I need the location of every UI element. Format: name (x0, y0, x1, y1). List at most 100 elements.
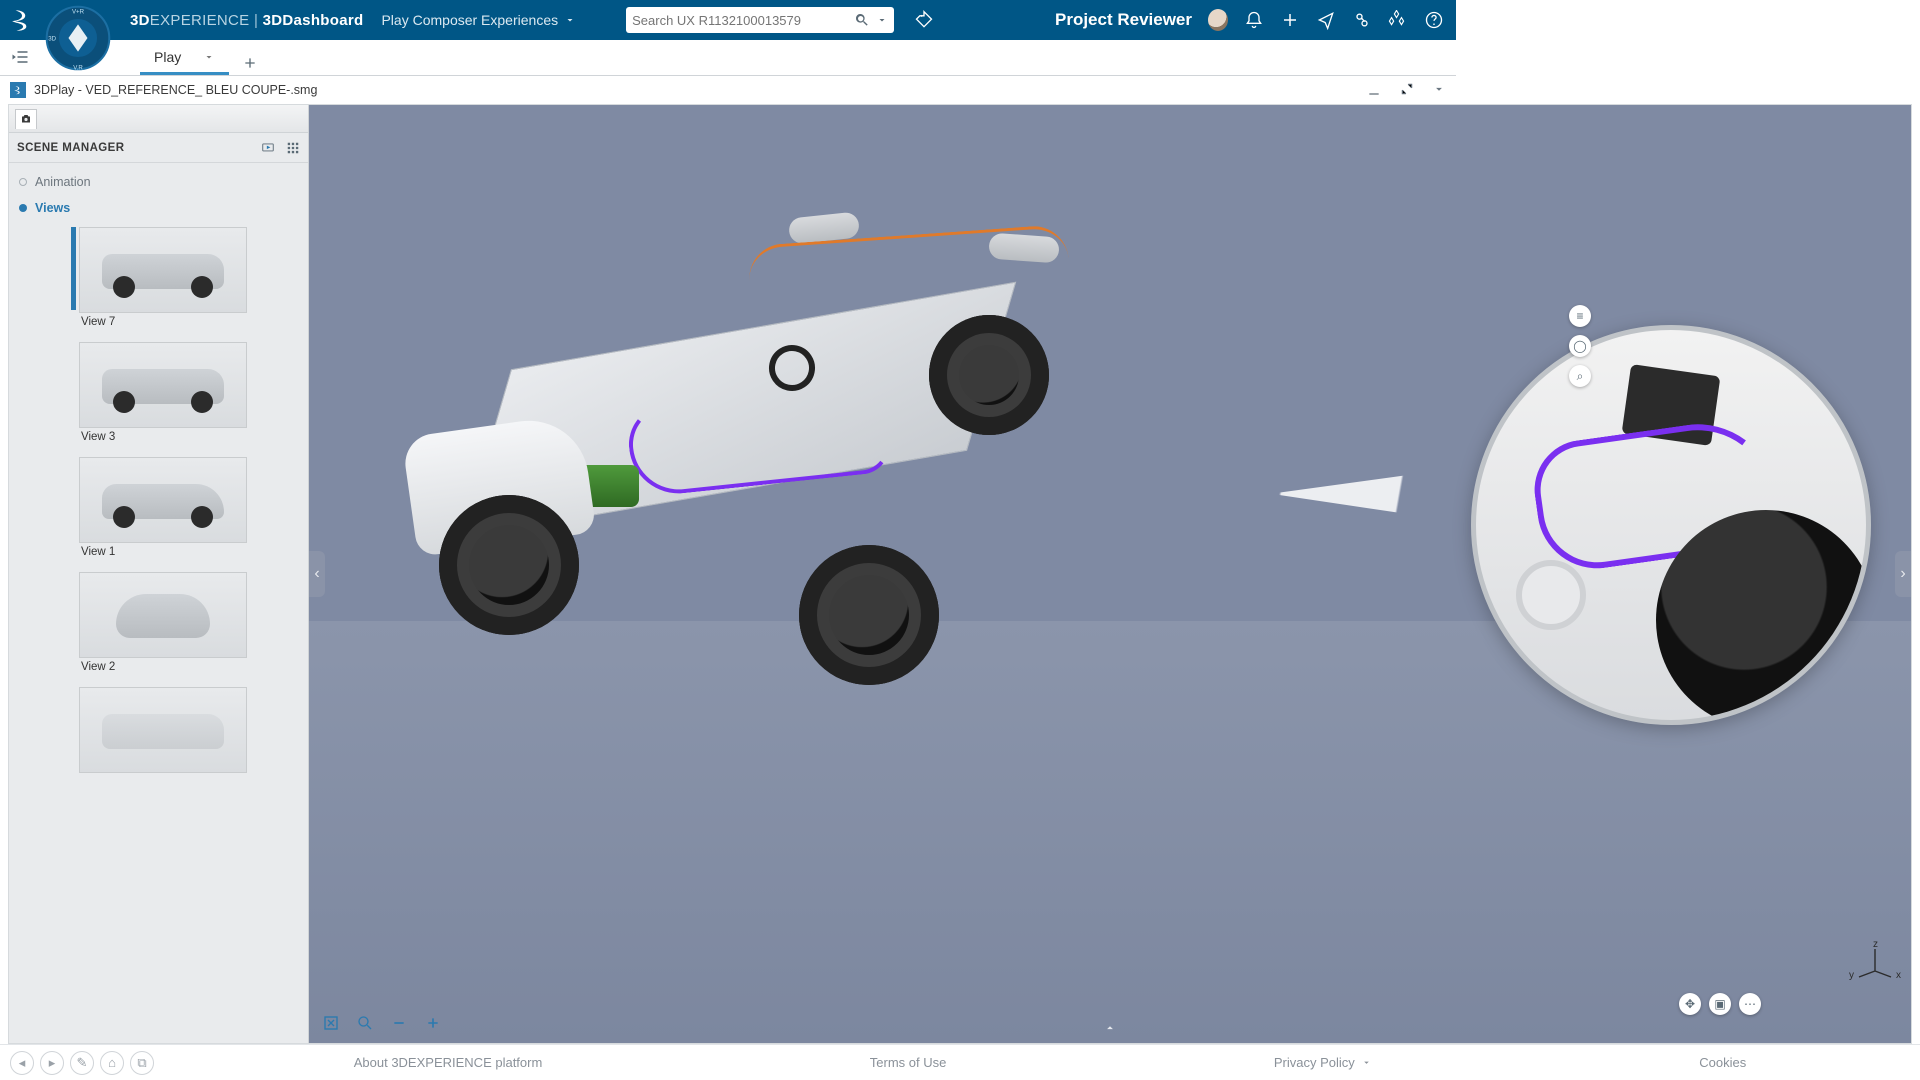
svg-text:3D: 3D (48, 36, 56, 43)
thumbnail-image (79, 687, 247, 773)
scene-panel-title-row: SCENE MANAGER (9, 133, 308, 163)
thumbnail-caption: View 1 (79, 543, 247, 558)
model-chassis (369, 165, 1089, 645)
play-views-icon[interactable] (260, 141, 276, 155)
tag-icon[interactable] (914, 10, 934, 30)
app-name: Dashboard (282, 12, 363, 29)
magnifier-snapshot-icon[interactable]: ▣ (1709, 993, 1731, 1015)
clipboard-button[interactable]: ⧉ (130, 1051, 154, 1075)
scene-panel-title: SCENE MANAGER (17, 142, 124, 154)
nav-forward-button[interactable]: ▸ (40, 1051, 64, 1075)
panel-toggle-icon[interactable] (4, 41, 36, 73)
bottom-panel-handle[interactable] (1099, 1021, 1121, 1035)
role-label[interactable]: Project Reviewer (1055, 10, 1192, 30)
magnifier-move-icon[interactable]: ✥ (1679, 993, 1701, 1015)
widget-app-icon (10, 82, 26, 98)
minimize-icon[interactable] (1366, 82, 1382, 98)
svg-text:V+R: V+R (72, 9, 85, 16)
add-tab-button[interactable] (235, 55, 265, 71)
zoom-area-icon[interactable] (355, 1013, 375, 1033)
scene-manager-panel: SCENE MANAGER Animation Views View 7 (9, 105, 309, 1043)
grid-view-icon[interactable] (286, 141, 300, 155)
compass-icon[interactable]: V+R V.R 3D (44, 4, 112, 72)
footer-cookies-link[interactable]: Cookies (1699, 1055, 1746, 1070)
thumbnail-caption: View 2 (79, 658, 247, 673)
zoom-in-icon[interactable] (423, 1013, 443, 1033)
main-area: SCENE MANAGER Animation Views View 7 (8, 104, 1912, 1044)
search-box[interactable] (626, 7, 894, 33)
help-icon[interactable] (1424, 10, 1444, 30)
add-icon[interactable] (1280, 10, 1300, 30)
zoom-out-icon[interactable] (389, 1013, 409, 1033)
tree-item-label: Views (35, 201, 70, 215)
magnifier-layers-icon[interactable]: ≡ (1569, 305, 1591, 327)
view-thumbnail[interactable]: View 7 (79, 227, 247, 328)
collaborate-icon[interactable] (1352, 10, 1372, 30)
magnifier-controls: ≡ ◯ ⌕ (1569, 305, 1591, 387)
view-thumbnail[interactable] (79, 687, 247, 776)
app-prefix: 3D (263, 12, 283, 29)
view-thumbnail[interactable]: View 2 (79, 572, 247, 673)
footer-about-link[interactable]: About 3DEXPERIENCE platform (354, 1055, 543, 1070)
widget-title: 3DPlay - VED_REFERENCE_ BLEU COUPE-.smg (34, 83, 317, 97)
footer-privacy-label: Privacy Policy (1274, 1055, 1355, 1070)
notifications-icon[interactable] (1244, 10, 1264, 30)
thumbnail-image (79, 572, 247, 658)
axis-y-label: y (1849, 970, 1854, 981)
magnifier-bottom-controls: ✥ ▣ ⋯ (1679, 993, 1761, 1015)
thumbnail-image (79, 457, 247, 543)
snapshot-tab-icon[interactable] (15, 109, 37, 129)
view-thumbnail[interactable]: View 3 (79, 342, 247, 443)
ds-logo-icon[interactable] (8, 6, 36, 34)
chevron-down-icon[interactable] (876, 14, 888, 26)
axis-z-label: z (1873, 939, 1878, 950)
thumbnail-image (79, 227, 247, 313)
fullscreen-icon[interactable] (1400, 82, 1414, 98)
chevron-down-icon[interactable] (203, 51, 215, 63)
thumbnail-caption (79, 773, 247, 776)
dashboard-label: Play Composer Experiences (381, 12, 558, 28)
tree-item-animation[interactable]: Animation (9, 169, 308, 195)
view-thumbnail[interactable]: View 1 (79, 457, 247, 558)
axis-x-label: x (1896, 970, 1901, 981)
apps-icon[interactable] (1388, 10, 1408, 30)
brand-prefix: 3D (130, 12, 150, 29)
chevron-down-icon (564, 14, 576, 26)
axis-triad[interactable]: z x y (1855, 943, 1895, 983)
home-button[interactable]: ⌂ (100, 1051, 124, 1075)
chevron-down-icon (1361, 1057, 1372, 1068)
scene-tree: Animation Views (9, 163, 308, 221)
view-thumbnails[interactable]: View 7 View 3 View 1 View 2 (9, 221, 308, 1043)
global-header: 3DEXPERIENCE | 3DDashboard Play Composer… (0, 0, 1456, 40)
fit-all-icon[interactable] (321, 1013, 341, 1033)
tab-play[interactable]: Play (140, 41, 229, 75)
tab-strip: Play (0, 40, 1456, 76)
share-icon[interactable] (1316, 10, 1336, 30)
thumbnail-caption: View 7 (79, 313, 247, 328)
chevron-down-icon[interactable] (1432, 82, 1446, 98)
radio-selected-icon (19, 204, 27, 212)
brand-mid: EXPERIENCE (150, 12, 250, 29)
footer-privacy-link[interactable]: Privacy Policy (1274, 1055, 1372, 1070)
avatar[interactable] (1208, 10, 1228, 30)
right-panel-handle[interactable]: › (1895, 551, 1911, 597)
dashboard-selector[interactable]: Play Composer Experiences (381, 12, 576, 28)
magnifier-more-icon[interactable]: ⋯ (1739, 993, 1761, 1015)
footer-bar: ◂ ▸ ✎ ⌂ ⧉ About 3DEXPERIENCE platform Te… (0, 1044, 1920, 1080)
nav-back-button[interactable]: ◂ (10, 1051, 34, 1075)
edit-button[interactable]: ✎ (70, 1051, 94, 1075)
header-actions (1208, 10, 1444, 30)
tree-item-views[interactable]: Views (9, 195, 308, 221)
magnifier-lock-icon[interactable]: ◯ (1569, 335, 1591, 357)
thumbnail-caption: View 3 (79, 428, 247, 443)
3d-viewport[interactable]: ≡ ◯ ⌕ ✥ ▣ ⋯ ‹ › z x y (309, 105, 1911, 1043)
detail-magnifier[interactable] (1471, 325, 1871, 725)
search-input[interactable] (632, 13, 854, 28)
magnifier-zoom-icon[interactable]: ⌕ (1569, 365, 1591, 387)
search-icon[interactable] (854, 12, 870, 28)
brand-title: 3DEXPERIENCE | 3DDashboard (130, 12, 363, 29)
tab-label: Play (154, 49, 181, 65)
footer-terms-link[interactable]: Terms of Use (870, 1055, 947, 1070)
left-panel-handle[interactable]: ‹ (309, 551, 325, 597)
widget-header: 3DPlay - VED_REFERENCE_ BLEU COUPE-.smg (0, 76, 1456, 104)
